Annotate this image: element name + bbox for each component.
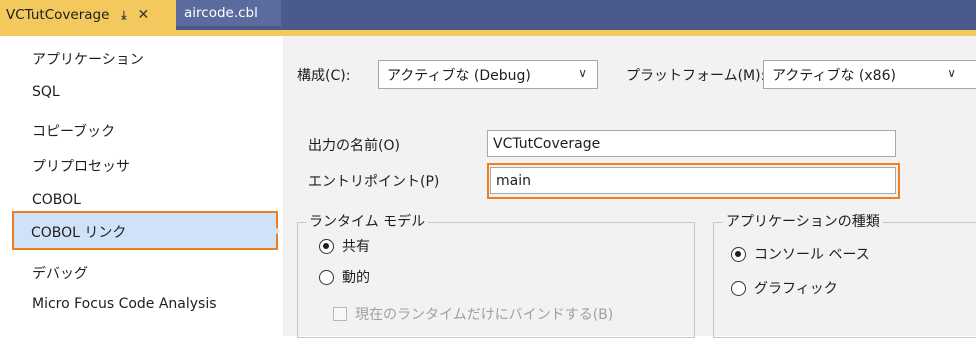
radio-label: 動的	[342, 270, 370, 286]
sidebar-item-preprocessor[interactable]: プリプロセッサ	[32, 156, 130, 176]
entry-point-label: エントリポイント(P)	[308, 174, 440, 190]
radio-unselected-icon	[319, 269, 334, 285]
bind-current-runtime-checkbox[interactable]: 現在のランタイムだけにバインドする(B)	[333, 304, 613, 324]
properties-panel: 構成(C): アクティブな (Debug) ∨ プラットフォーム(M): アクテ…	[283, 36, 976, 338]
console-based-radio[interactable]: コンソール ベース	[731, 244, 870, 264]
entry-point-value: main	[496, 172, 531, 189]
platform-label: プラットフォーム(M):	[626, 68, 766, 84]
sidebar-item-copybook[interactable]: コピーブック	[32, 121, 115, 141]
radio-unselected-icon	[731, 280, 746, 296]
tab-label: VCTutCoverage	[6, 7, 110, 23]
entry-point-field[interactable]: main	[490, 167, 896, 194]
sidebar-item-debug[interactable]: デバッグ	[32, 263, 88, 283]
output-name-value: VCTutCoverage	[493, 135, 601, 152]
sidebar-item-cobol[interactable]: COBOL	[32, 192, 81, 208]
tab-aircode[interactable]: aircode.cbl	[176, 0, 281, 26]
document-tab-bar: VCTutCoverage ⇥ ✕ aircode.cbl	[0, 0, 976, 30]
tab-label: aircode.cbl	[184, 5, 258, 21]
checkbox-icon	[333, 307, 347, 321]
chevron-down-icon: ∨	[947, 66, 956, 80]
sidebar-item-application[interactable]: アプリケーション	[32, 49, 144, 69]
output-name-label: 出力の名前(O)	[308, 138, 400, 154]
app-type-title: アプリケーションの種類	[723, 211, 883, 231]
radio-selected-icon	[731, 246, 746, 262]
output-name-field[interactable]: VCTutCoverage	[487, 130, 896, 157]
runtime-model-title: ランタイム モデル	[306, 211, 429, 231]
chevron-down-icon: ∨	[578, 66, 587, 80]
config-label: 構成(C):	[297, 68, 351, 84]
platform-dropdown[interactable]: アクティブな (x86) ∨	[763, 60, 976, 89]
platform-value: アクティブな (x86)	[772, 67, 896, 84]
sidebar-item-sql[interactable]: SQL	[32, 84, 60, 100]
radio-label: 共有	[342, 239, 370, 255]
radio-label: コンソール ベース	[754, 247, 870, 263]
runtime-shared-radio[interactable]: 共有	[319, 236, 370, 256]
radio-label: グラフィック	[754, 281, 838, 297]
config-dropdown[interactable]: アクティブな (Debug) ∨	[378, 60, 598, 89]
radio-selected-icon	[319, 238, 334, 254]
checkbox-label: 現在のランタイムだけにバインドする(B)	[355, 307, 614, 323]
config-value: アクティブな (Debug)	[387, 67, 531, 84]
close-icon[interactable]: ✕	[137, 7, 149, 23]
sidebar-item-cobol-link[interactable]: COBOL リンク	[12, 211, 278, 250]
runtime-dynamic-radio[interactable]: 動的	[319, 267, 370, 287]
selection-arrow-icon	[272, 224, 280, 238]
property-category-sidebar: アプリケーション SQL コピーブック プリプロセッサ COBOL COBOL …	[0, 36, 283, 336]
sidebar-item-code-analysis[interactable]: Micro Focus Code Analysis	[32, 296, 217, 312]
pin-icon[interactable]: ⇥	[117, 10, 131, 20]
sidebar-item-label: COBOL リンク	[31, 225, 127, 241]
tab-vctutcoverage[interactable]: VCTutCoverage ⇥ ✕	[0, 0, 176, 30]
graphic-radio[interactable]: グラフィック	[731, 278, 838, 298]
